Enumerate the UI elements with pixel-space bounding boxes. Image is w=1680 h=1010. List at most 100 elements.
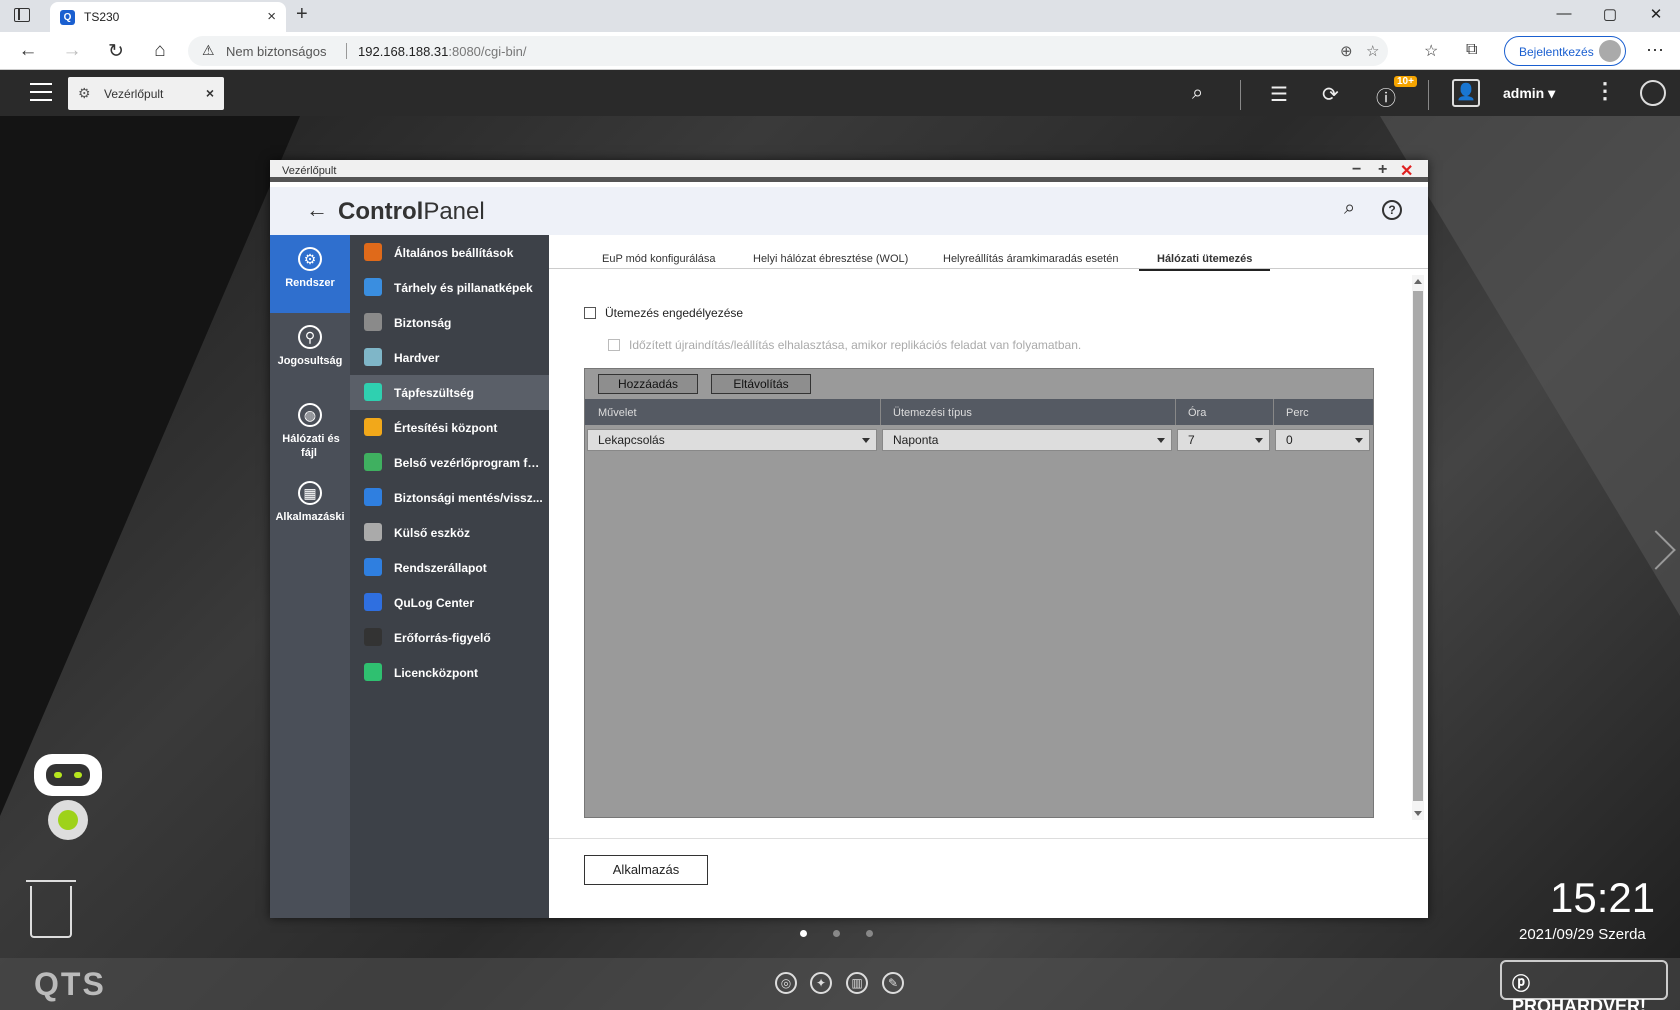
home-button[interactable]: ⌂ (148, 40, 172, 62)
menu-item-power[interactable]: Tápfeszültség (350, 375, 549, 410)
browser-tabstrip: Q TS230 × + — ▢ ✕ (0, 0, 1680, 32)
signin-button[interactable]: Bejelentkezés (1504, 36, 1626, 66)
column-header[interactable]: Óra (1188, 407, 1206, 419)
minimize-icon[interactable]: − (1352, 161, 1361, 179)
url-host: 192.168.188.31 (358, 44, 449, 59)
backup-icon (364, 488, 382, 506)
schedule-type-select[interactable]: Naponta (882, 429, 1172, 451)
more-options-icon[interactable]: ⋮ (1594, 78, 1616, 104)
scroll-down-icon[interactable] (1414, 811, 1422, 816)
page-dot[interactable] (800, 930, 807, 937)
column-header[interactable]: Művelet (598, 407, 637, 419)
dashboard-icon[interactable] (1640, 80, 1666, 106)
category-privilege[interactable]: ⚲ Jogosultság (270, 313, 350, 391)
category-applications[interactable]: ▦ Alkalmazáski (270, 469, 350, 547)
minute-select[interactable]: 0 (1275, 429, 1370, 451)
category-network[interactable]: ◍ Hálózati és fájl (270, 391, 350, 469)
tab-wake-on-lan[interactable]: Helyi hálózat ébresztése (WOL) (753, 253, 908, 269)
maximize-window-button[interactable]: ▢ (1587, 5, 1633, 23)
utility-icon[interactable]: ✦ (810, 972, 832, 994)
qts-app-tab[interactable]: ⚙ Vezérlőpult × (68, 77, 224, 110)
add-schedule-button[interactable]: Hozzáadás (598, 374, 698, 394)
reload-button[interactable]: ↻ (104, 40, 128, 63)
globe-icon: ◍ (298, 403, 322, 427)
myqnapcloud-icon[interactable]: ◎ (775, 972, 797, 994)
menu-item-firmware[interactable]: Belső vezérlőprogram fri... (350, 445, 549, 480)
collections-icon[interactable]: ⧉ (1466, 41, 1477, 59)
menu-item-label: Erőforrás-figyelő (394, 631, 491, 645)
menu-item-system-status[interactable]: Rendszerállapot (350, 550, 549, 585)
security-label[interactable]: Nem biztonságos (226, 44, 326, 59)
schedule-type-value: Naponta (893, 433, 939, 447)
minimize-window-button[interactable]: — (1541, 5, 1587, 22)
scrollbar-thumb[interactable] (1413, 291, 1423, 801)
lock-icon (364, 313, 382, 331)
power-bulb-icon (364, 383, 382, 401)
helpdesk-robot-icon[interactable] (26, 754, 110, 850)
page-dot[interactable] (833, 930, 840, 937)
back-button[interactable]: ← (16, 40, 40, 62)
remove-schedule-button[interactable]: Eltávolítás (711, 374, 811, 394)
favorites-icon[interactable]: ☆ (1424, 41, 1438, 61)
url-text[interactable]: 192.168.188.31:8080/cgi-bin/ (358, 44, 526, 59)
main-menu-icon[interactable] (30, 83, 52, 101)
menu-item-external-device[interactable]: Külső eszköz (350, 515, 549, 550)
address-bar[interactable]: ⚠ Nem biztonságos 192.168.188.31:8080/cg… (188, 36, 1388, 66)
menu-item-hardware[interactable]: Hardver (350, 340, 549, 375)
hour-select[interactable]: 7 (1177, 429, 1270, 451)
zoom-icon[interactable]: ⊕ (1340, 42, 1353, 60)
back-arrow-icon[interactable]: ← (306, 197, 328, 223)
external-device-icon[interactable]: ⟳ (1322, 82, 1339, 107)
column-header[interactable]: Ütemezési típus (893, 407, 972, 419)
menu-item-qulog[interactable]: QuLog Center (350, 585, 549, 620)
background-tasks-icon[interactable]: ☰ (1270, 82, 1288, 107)
tab-actions-icon[interactable] (14, 8, 30, 22)
page-dot[interactable] (866, 930, 873, 937)
menu-item-resource-monitor[interactable]: Erőforrás-figyelő (350, 620, 549, 655)
tab-power-recovery[interactable]: Helyreállítás áramkimaradás esetén (943, 253, 1118, 269)
tab-power-schedule[interactable]: Hálózati ütemezés (1139, 253, 1271, 271)
new-tab-button[interactable]: + (296, 3, 308, 26)
enable-schedule-checkbox[interactable] (584, 307, 596, 319)
add-favorite-icon[interactable]: ☆ (1366, 42, 1379, 60)
scroll-up-icon[interactable] (1414, 279, 1422, 284)
maximize-icon[interactable]: + (1378, 161, 1387, 179)
username-menu[interactable]: admin ▾ (1503, 85, 1555, 102)
browser-tab[interactable]: Q TS230 × (50, 2, 286, 32)
close-icon[interactable]: ✕ (1400, 161, 1413, 181)
close-tab-icon[interactable]: × (267, 8, 276, 25)
browser-menu-icon[interactable]: ⋯ (1646, 40, 1664, 61)
manual-icon[interactable]: ▥ (846, 972, 868, 994)
notification-icon[interactable]: ⓘ (1376, 82, 1396, 111)
delay-replication-checkbox (608, 339, 620, 351)
column-header[interactable]: Perc (1286, 407, 1309, 419)
tab-eup-mode[interactable]: EuP mód konfigurálása (602, 253, 716, 269)
category-label: Rendszer (285, 277, 335, 289)
close-app-tab-icon[interactable]: × (206, 85, 214, 101)
close-window-button[interactable]: ✕ (1633, 5, 1679, 23)
window-titlebar[interactable]: Vezérlőpult − + ✕ (270, 160, 1428, 182)
apply-button[interactable]: Alkalmazás (584, 855, 708, 885)
feedback-icon[interactable]: ✎ (882, 972, 904, 994)
content-scrollbar[interactable] (1412, 275, 1424, 820)
menu-item-notifications[interactable]: Értesítési központ (350, 410, 549, 445)
action-select[interactable]: Lekapcsolás (587, 429, 877, 451)
title-light: Panel (423, 198, 485, 225)
help-icon[interactable]: ? (1382, 200, 1402, 220)
control-panel-window: Vezérlőpult − + ✕ ← ControlPanel ⌕ ? ⚙ R… (270, 160, 1428, 918)
chevron-down-icon (1157, 438, 1165, 443)
menu-item-backup[interactable]: Biztonsági mentés/vissz... (350, 480, 549, 515)
category-system[interactable]: ⚙ Rendszer (270, 235, 350, 313)
browser-toolbar: ← → ↻ ⌂ ⚠ Nem biztonságos 192.168.188.31… (0, 32, 1680, 70)
search-icon[interactable]: ⌕ (1344, 197, 1355, 220)
menu-item-license[interactable]: Licencközpont (350, 655, 549, 690)
recycle-bin-icon[interactable] (26, 880, 76, 938)
control-panel-header: ← ControlPanel ⌕ ? (270, 187, 1428, 235)
warning-icon[interactable]: ⚠ (202, 42, 215, 59)
search-icon[interactable]: ⌕ (1192, 82, 1203, 105)
user-icon[interactable]: 👤 (1452, 79, 1480, 107)
menu-item-storage[interactable]: Tárhely és pillanatképek (350, 270, 549, 305)
menu-item-general[interactable]: Általános beállítások (350, 235, 549, 270)
menu-item-security[interactable]: Biztonság (350, 305, 549, 340)
forward-button[interactable]: → (60, 40, 84, 62)
